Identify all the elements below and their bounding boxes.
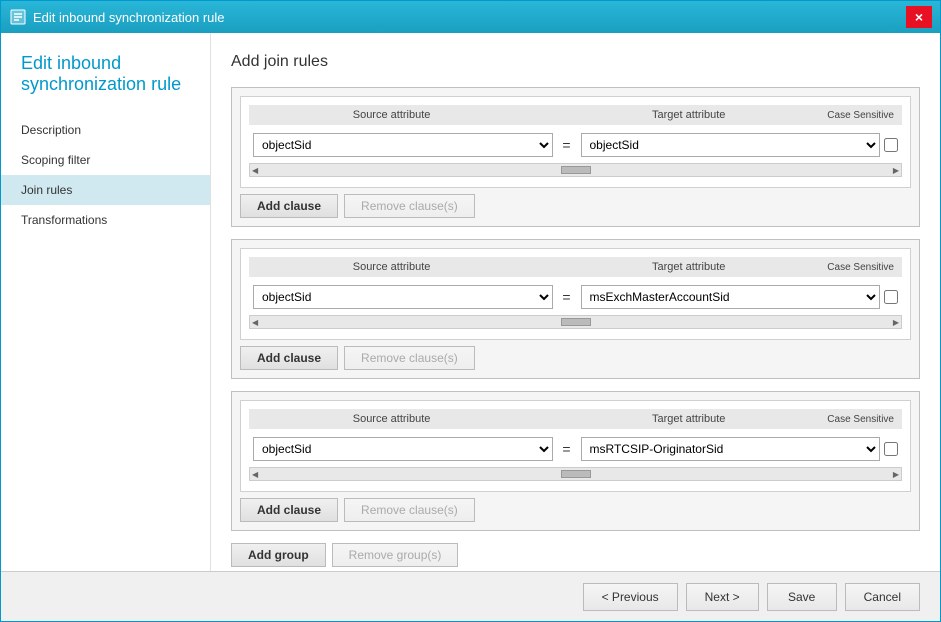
- add-clause-3[interactable]: Add clause: [240, 498, 338, 522]
- nav-item-scoping-filter[interactable]: Scoping filter: [1, 145, 210, 175]
- scroll-right-3[interactable]: ▶: [893, 470, 899, 479]
- source-attr-label-2: Source attribute: [257, 261, 526, 273]
- clause-buttons-2: Add clause Remove clause(s): [240, 346, 911, 370]
- section-title: Add join rules: [231, 53, 920, 71]
- join-group-3: Source attribute Target attribute Case S…: [231, 391, 920, 531]
- left-panel: Edit inbound synchronization rule Descri…: [1, 33, 211, 571]
- main-window: Edit inbound synchronization rule × Edit…: [0, 0, 941, 622]
- remove-clause-1[interactable]: Remove clause(s): [344, 194, 475, 218]
- equals-2: =: [557, 289, 577, 305]
- source-select-3[interactable]: objectSid: [253, 437, 553, 461]
- rule-header-2: Source attribute Target attribute Case S…: [249, 257, 902, 277]
- previous-button[interactable]: < Previous: [583, 583, 678, 611]
- target-attr-label-1: Target attribute: [554, 109, 823, 121]
- add-clause-2[interactable]: Add clause: [240, 346, 338, 370]
- case-checkbox-cell-2: [884, 290, 898, 304]
- nav-item-transformations[interactable]: Transformations: [1, 205, 210, 235]
- rule-header-1: Source attribute Target attribute Case S…: [249, 105, 902, 125]
- clause-buttons-3: Add clause Remove clause(s): [240, 498, 911, 522]
- remove-group-button[interactable]: Remove group(s): [332, 543, 459, 567]
- case-checkbox-cell-1: [884, 138, 898, 152]
- rule-inputs-2: objectSid = msExchMasterAccountSid: [249, 281, 902, 313]
- group-buttons: Add group Remove group(s): [231, 543, 920, 567]
- rule-row-3: Source attribute Target attribute Case S…: [240, 400, 911, 492]
- equals-3: =: [557, 441, 577, 457]
- close-button[interactable]: ×: [906, 6, 932, 28]
- rule-inputs-3: objectSid = msRTCSIP-OriginatorSid: [249, 433, 902, 465]
- target-attr-label-2: Target attribute: [554, 261, 823, 273]
- source-select-1[interactable]: objectSid: [253, 133, 553, 157]
- page-title: Edit inbound synchronization rule: [1, 53, 210, 115]
- case-sensitive-label-1: Case Sensitive: [827, 110, 894, 121]
- source-attr-label-1: Source attribute: [257, 109, 526, 121]
- source-select-2[interactable]: objectSid: [253, 285, 553, 309]
- scroll-right-1[interactable]: ▶: [893, 166, 899, 175]
- case-checkbox-3[interactable]: [884, 442, 898, 456]
- title-bar: Edit inbound synchronization rule ×: [1, 1, 940, 33]
- scroll-bar-3[interactable]: ◀ ▶: [249, 467, 902, 481]
- source-attr-label-3: Source attribute: [257, 413, 526, 425]
- add-clause-1[interactable]: Add clause: [240, 194, 338, 218]
- rule-row-2: Source attribute Target attribute Case S…: [240, 248, 911, 340]
- target-select-3[interactable]: msRTCSIP-OriginatorSid: [581, 437, 881, 461]
- rule-row-1: Source attribute Target attribute Case S…: [240, 96, 911, 188]
- rule-header-3: Source attribute Target attribute Case S…: [249, 409, 902, 429]
- case-sensitive-label-3: Case Sensitive: [827, 414, 894, 425]
- case-checkbox-2[interactable]: [884, 290, 898, 304]
- remove-clause-2[interactable]: Remove clause(s): [344, 346, 475, 370]
- app-icon: [9, 8, 27, 26]
- nav-item-description[interactable]: Description: [1, 115, 210, 145]
- scroll-right-2[interactable]: ▶: [893, 318, 899, 327]
- title-bar-left: Edit inbound synchronization rule: [9, 8, 225, 26]
- add-group-button[interactable]: Add group: [231, 543, 326, 567]
- next-button[interactable]: Next >: [686, 583, 759, 611]
- join-group-2: Source attribute Target attribute Case S…: [231, 239, 920, 379]
- nav-item-join-rules[interactable]: Join rules: [1, 175, 210, 205]
- case-checkbox-1[interactable]: [884, 138, 898, 152]
- case-checkbox-cell-3: [884, 442, 898, 456]
- save-button[interactable]: Save: [767, 583, 837, 611]
- scroll-bar-1[interactable]: ◀ ▶: [249, 163, 902, 177]
- main-panel: Add join rules Source attribute Target a…: [211, 33, 940, 571]
- target-select-1[interactable]: objectSid: [581, 133, 881, 157]
- join-group-1: Source attribute Target attribute Case S…: [231, 87, 920, 227]
- rule-inputs-1: objectSid = objectSid: [249, 129, 902, 161]
- case-sensitive-label-2: Case Sensitive: [827, 262, 894, 273]
- content-area: Edit inbound synchronization rule Descri…: [1, 33, 940, 571]
- target-attr-label-3: Target attribute: [554, 413, 823, 425]
- window-title: Edit inbound synchronization rule: [33, 10, 225, 25]
- scroll-bar-2[interactable]: ◀ ▶: [249, 315, 902, 329]
- cancel-button[interactable]: Cancel: [845, 583, 920, 611]
- equals-1: =: [557, 137, 577, 153]
- clause-buttons-1: Add clause Remove clause(s): [240, 194, 911, 218]
- target-select-2[interactable]: msExchMasterAccountSid: [581, 285, 881, 309]
- remove-clause-3[interactable]: Remove clause(s): [344, 498, 475, 522]
- footer: < Previous Next > Save Cancel: [1, 571, 940, 621]
